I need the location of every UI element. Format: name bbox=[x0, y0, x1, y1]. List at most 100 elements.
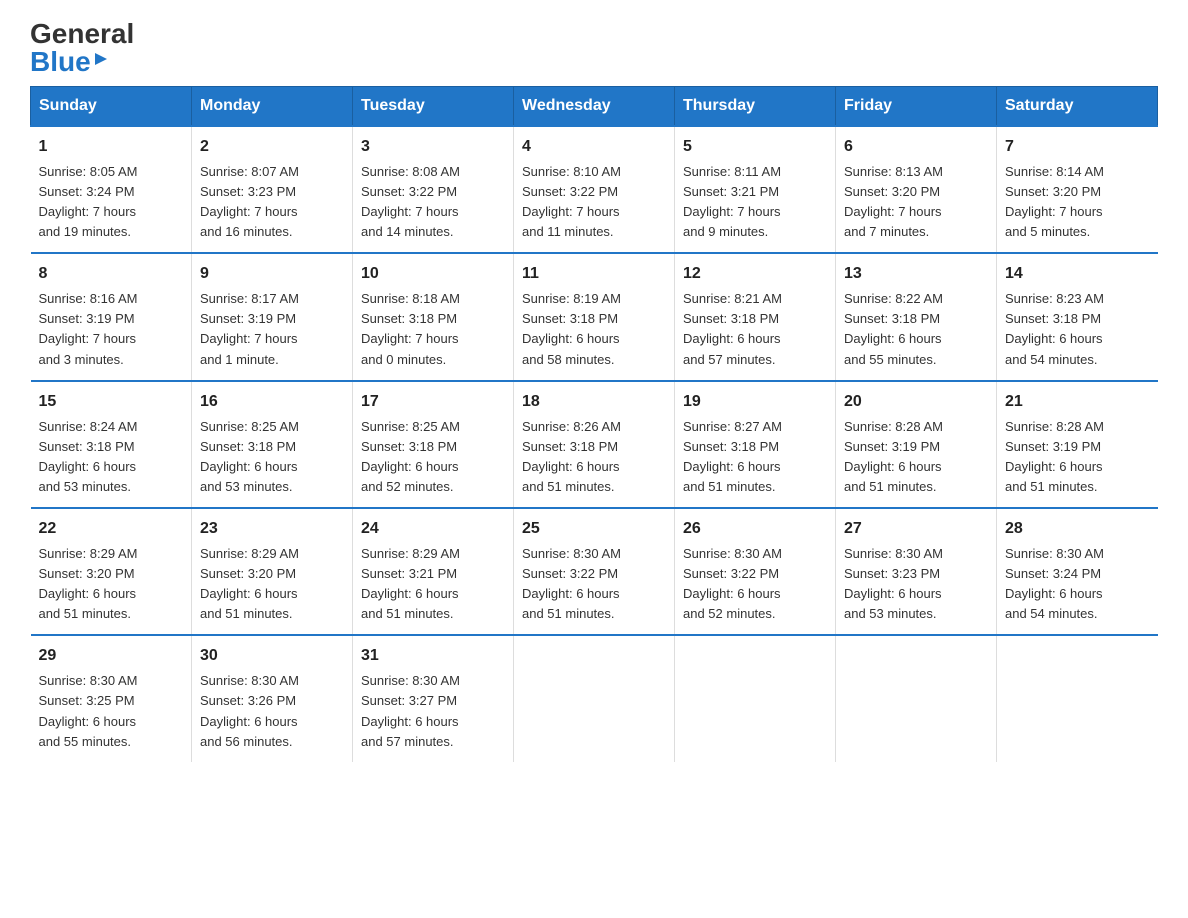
weekday-header-wednesday: Wednesday bbox=[514, 87, 675, 127]
day-info: Sunrise: 8:30 AM Sunset: 3:26 PM Dayligh… bbox=[200, 671, 344, 752]
day-number: 6 bbox=[844, 135, 988, 160]
calendar-cell: 7Sunrise: 8:14 AM Sunset: 3:20 PM Daylig… bbox=[997, 126, 1158, 253]
day-number: 10 bbox=[361, 262, 505, 287]
calendar-cell: 2Sunrise: 8:07 AM Sunset: 3:23 PM Daylig… bbox=[192, 126, 353, 253]
day-info: Sunrise: 8:25 AM Sunset: 3:18 PM Dayligh… bbox=[200, 417, 344, 498]
day-info: Sunrise: 8:13 AM Sunset: 3:20 PM Dayligh… bbox=[844, 162, 988, 243]
day-info: Sunrise: 8:30 AM Sunset: 3:22 PM Dayligh… bbox=[522, 544, 666, 625]
day-number: 30 bbox=[200, 644, 344, 669]
calendar-cell: 4Sunrise: 8:10 AM Sunset: 3:22 PM Daylig… bbox=[514, 126, 675, 253]
calendar-table: SundayMondayTuesdayWednesdayThursdayFrid… bbox=[30, 86, 1158, 762]
weekday-header-tuesday: Tuesday bbox=[353, 87, 514, 127]
calendar-cell: 11Sunrise: 8:19 AM Sunset: 3:18 PM Dayli… bbox=[514, 253, 675, 380]
calendar-cell: 20Sunrise: 8:28 AM Sunset: 3:19 PM Dayli… bbox=[836, 381, 997, 508]
day-info: Sunrise: 8:28 AM Sunset: 3:19 PM Dayligh… bbox=[844, 417, 988, 498]
day-number: 2 bbox=[200, 135, 344, 160]
logo-arrow-icon bbox=[93, 51, 109, 67]
calendar-cell: 6Sunrise: 8:13 AM Sunset: 3:20 PM Daylig… bbox=[836, 126, 997, 253]
day-number: 12 bbox=[683, 262, 827, 287]
day-number: 13 bbox=[844, 262, 988, 287]
day-number: 21 bbox=[1005, 390, 1150, 415]
weekday-header-monday: Monday bbox=[192, 87, 353, 127]
day-info: Sunrise: 8:16 AM Sunset: 3:19 PM Dayligh… bbox=[39, 289, 184, 370]
calendar-cell: 5Sunrise: 8:11 AM Sunset: 3:21 PM Daylig… bbox=[675, 126, 836, 253]
calendar-week-row: 15Sunrise: 8:24 AM Sunset: 3:18 PM Dayli… bbox=[31, 381, 1158, 508]
calendar-cell: 17Sunrise: 8:25 AM Sunset: 3:18 PM Dayli… bbox=[353, 381, 514, 508]
logo-general-text: General bbox=[30, 20, 134, 48]
calendar-cell bbox=[514, 635, 675, 761]
day-info: Sunrise: 8:29 AM Sunset: 3:20 PM Dayligh… bbox=[200, 544, 344, 625]
calendar-cell: 28Sunrise: 8:30 AM Sunset: 3:24 PM Dayli… bbox=[997, 508, 1158, 635]
calendar-cell: 25Sunrise: 8:30 AM Sunset: 3:22 PM Dayli… bbox=[514, 508, 675, 635]
day-info: Sunrise: 8:07 AM Sunset: 3:23 PM Dayligh… bbox=[200, 162, 344, 243]
calendar-cell: 21Sunrise: 8:28 AM Sunset: 3:19 PM Dayli… bbox=[997, 381, 1158, 508]
day-info: Sunrise: 8:30 AM Sunset: 3:23 PM Dayligh… bbox=[844, 544, 988, 625]
calendar-cell: 9Sunrise: 8:17 AM Sunset: 3:19 PM Daylig… bbox=[192, 253, 353, 380]
calendar-week-row: 1Sunrise: 8:05 AM Sunset: 3:24 PM Daylig… bbox=[31, 126, 1158, 253]
day-info: Sunrise: 8:24 AM Sunset: 3:18 PM Dayligh… bbox=[39, 417, 184, 498]
day-number: 18 bbox=[522, 390, 666, 415]
day-number: 29 bbox=[39, 644, 184, 669]
calendar-cell: 3Sunrise: 8:08 AM Sunset: 3:22 PM Daylig… bbox=[353, 126, 514, 253]
day-info: Sunrise: 8:26 AM Sunset: 3:18 PM Dayligh… bbox=[522, 417, 666, 498]
calendar-cell: 13Sunrise: 8:22 AM Sunset: 3:18 PM Dayli… bbox=[836, 253, 997, 380]
calendar-cell: 12Sunrise: 8:21 AM Sunset: 3:18 PM Dayli… bbox=[675, 253, 836, 380]
day-number: 20 bbox=[844, 390, 988, 415]
day-info: Sunrise: 8:08 AM Sunset: 3:22 PM Dayligh… bbox=[361, 162, 505, 243]
day-info: Sunrise: 8:14 AM Sunset: 3:20 PM Dayligh… bbox=[1005, 162, 1150, 243]
page-header: General Blue bbox=[30, 20, 1158, 76]
weekday-header-friday: Friday bbox=[836, 87, 997, 127]
calendar-cell: 19Sunrise: 8:27 AM Sunset: 3:18 PM Dayli… bbox=[675, 381, 836, 508]
calendar-week-row: 29Sunrise: 8:30 AM Sunset: 3:25 PM Dayli… bbox=[31, 635, 1158, 761]
day-info: Sunrise: 8:17 AM Sunset: 3:19 PM Dayligh… bbox=[200, 289, 344, 370]
day-info: Sunrise: 8:29 AM Sunset: 3:21 PM Dayligh… bbox=[361, 544, 505, 625]
day-number: 8 bbox=[39, 262, 184, 287]
calendar-header: SundayMondayTuesdayWednesdayThursdayFrid… bbox=[31, 87, 1158, 127]
day-number: 27 bbox=[844, 517, 988, 542]
weekday-header-saturday: Saturday bbox=[997, 87, 1158, 127]
calendar-cell: 30Sunrise: 8:30 AM Sunset: 3:26 PM Dayli… bbox=[192, 635, 353, 761]
day-number: 26 bbox=[683, 517, 827, 542]
day-number: 19 bbox=[683, 390, 827, 415]
day-number: 17 bbox=[361, 390, 505, 415]
calendar-cell: 22Sunrise: 8:29 AM Sunset: 3:20 PM Dayli… bbox=[31, 508, 192, 635]
calendar-cell: 23Sunrise: 8:29 AM Sunset: 3:20 PM Dayli… bbox=[192, 508, 353, 635]
calendar-cell: 24Sunrise: 8:29 AM Sunset: 3:21 PM Dayli… bbox=[353, 508, 514, 635]
day-number: 16 bbox=[200, 390, 344, 415]
day-info: Sunrise: 8:30 AM Sunset: 3:25 PM Dayligh… bbox=[39, 671, 184, 752]
day-number: 3 bbox=[361, 135, 505, 160]
calendar-cell: 16Sunrise: 8:25 AM Sunset: 3:18 PM Dayli… bbox=[192, 381, 353, 508]
calendar-cell: 27Sunrise: 8:30 AM Sunset: 3:23 PM Dayli… bbox=[836, 508, 997, 635]
day-info: Sunrise: 8:27 AM Sunset: 3:18 PM Dayligh… bbox=[683, 417, 827, 498]
day-number: 14 bbox=[1005, 262, 1150, 287]
calendar-cell: 26Sunrise: 8:30 AM Sunset: 3:22 PM Dayli… bbox=[675, 508, 836, 635]
day-number: 28 bbox=[1005, 517, 1150, 542]
day-info: Sunrise: 8:23 AM Sunset: 3:18 PM Dayligh… bbox=[1005, 289, 1150, 370]
day-number: 4 bbox=[522, 135, 666, 160]
day-info: Sunrise: 8:18 AM Sunset: 3:18 PM Dayligh… bbox=[361, 289, 505, 370]
calendar-cell bbox=[675, 635, 836, 761]
calendar-cell: 29Sunrise: 8:30 AM Sunset: 3:25 PM Dayli… bbox=[31, 635, 192, 761]
day-info: Sunrise: 8:05 AM Sunset: 3:24 PM Dayligh… bbox=[39, 162, 184, 243]
calendar-cell: 31Sunrise: 8:30 AM Sunset: 3:27 PM Dayli… bbox=[353, 635, 514, 761]
day-info: Sunrise: 8:29 AM Sunset: 3:20 PM Dayligh… bbox=[39, 544, 184, 625]
day-number: 22 bbox=[39, 517, 184, 542]
day-number: 1 bbox=[39, 135, 184, 160]
day-number: 23 bbox=[200, 517, 344, 542]
day-info: Sunrise: 8:22 AM Sunset: 3:18 PM Dayligh… bbox=[844, 289, 988, 370]
day-number: 11 bbox=[522, 262, 666, 287]
day-info: Sunrise: 8:11 AM Sunset: 3:21 PM Dayligh… bbox=[683, 162, 827, 243]
calendar-cell: 15Sunrise: 8:24 AM Sunset: 3:18 PM Dayli… bbox=[31, 381, 192, 508]
day-info: Sunrise: 8:30 AM Sunset: 3:27 PM Dayligh… bbox=[361, 671, 505, 752]
day-info: Sunrise: 8:21 AM Sunset: 3:18 PM Dayligh… bbox=[683, 289, 827, 370]
calendar-cell: 18Sunrise: 8:26 AM Sunset: 3:18 PM Dayli… bbox=[514, 381, 675, 508]
calendar-cell bbox=[836, 635, 997, 761]
day-number: 24 bbox=[361, 517, 505, 542]
day-info: Sunrise: 8:10 AM Sunset: 3:22 PM Dayligh… bbox=[522, 162, 666, 243]
calendar-cell: 14Sunrise: 8:23 AM Sunset: 3:18 PM Dayli… bbox=[997, 253, 1158, 380]
day-number: 15 bbox=[39, 390, 184, 415]
day-number: 7 bbox=[1005, 135, 1150, 160]
day-number: 9 bbox=[200, 262, 344, 287]
day-info: Sunrise: 8:19 AM Sunset: 3:18 PM Dayligh… bbox=[522, 289, 666, 370]
calendar-cell: 8Sunrise: 8:16 AM Sunset: 3:19 PM Daylig… bbox=[31, 253, 192, 380]
